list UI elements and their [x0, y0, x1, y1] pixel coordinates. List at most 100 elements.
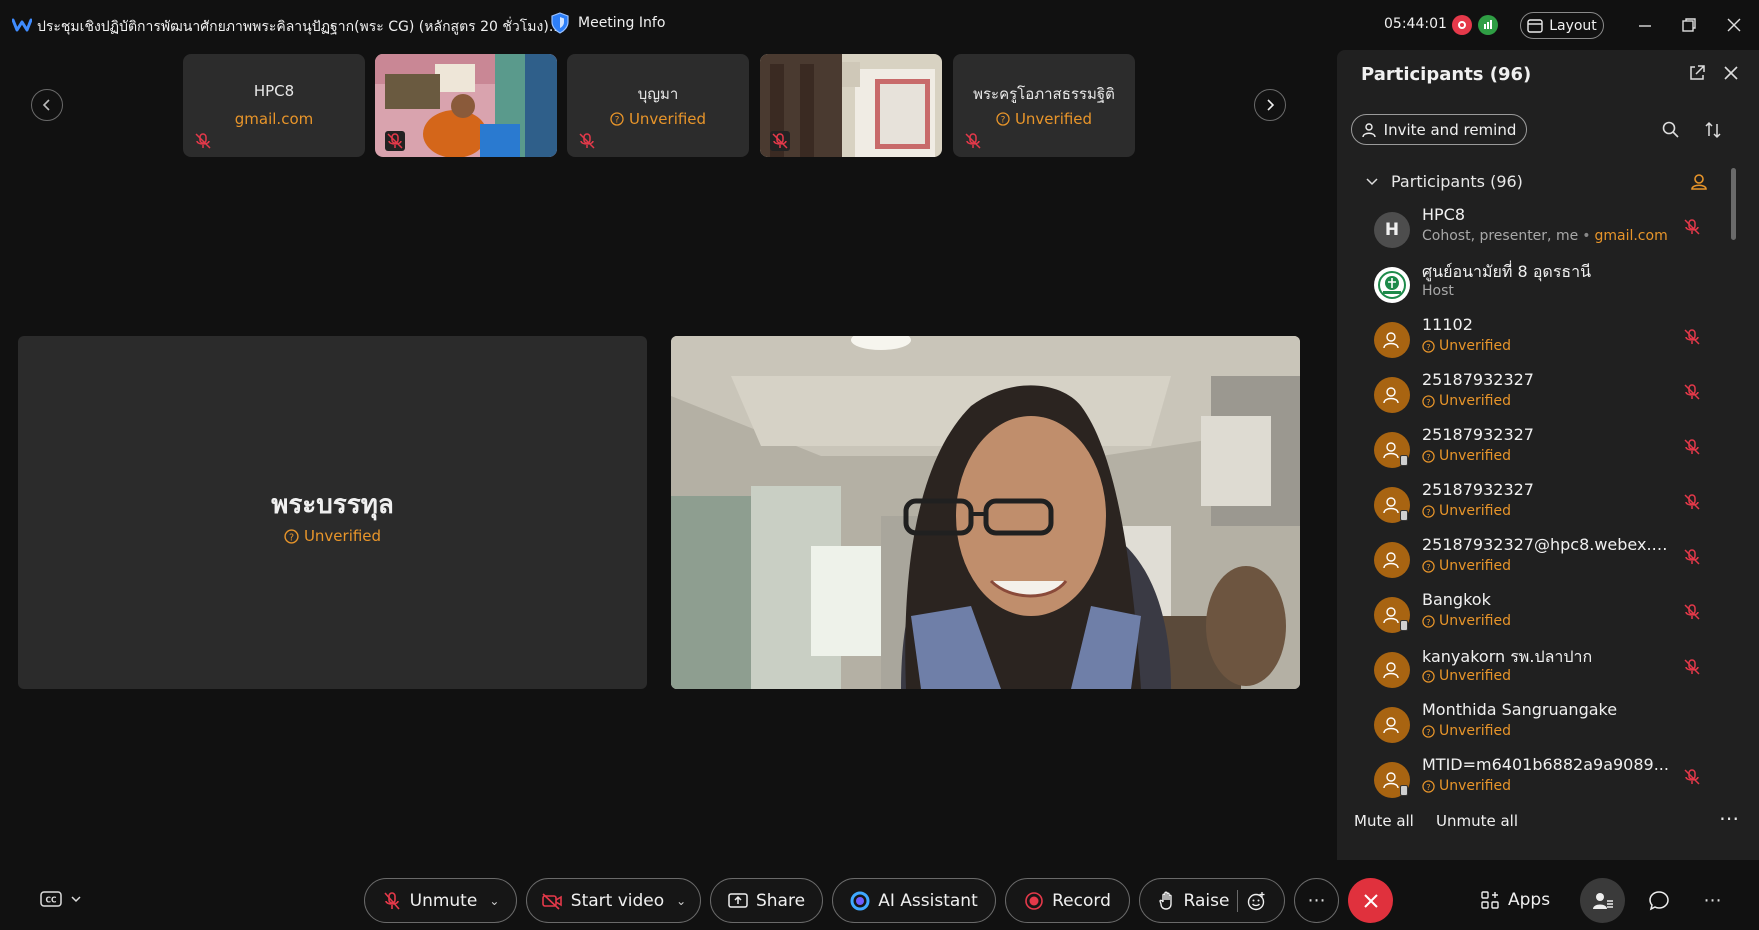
muted-mic-icon[interactable] [1682, 382, 1702, 402]
muted-mic-icon[interactable] [1682, 547, 1702, 567]
reactions-emoji-icon[interactable] [1246, 891, 1266, 911]
close-panel-icon[interactable] [1721, 63, 1741, 83]
participant-row[interactable]: 25187932327@hpc8.webex.c... ? Unverified [1337, 535, 1747, 590]
avatar: H [1374, 212, 1410, 248]
muted-mic-icon[interactable] [1682, 327, 1702, 347]
unmute-all-button[interactable]: Unmute all [1436, 812, 1518, 830]
participant-row[interactable]: MTID=m6401b6882a9a9089... ? Unverified [1337, 755, 1747, 810]
invite-and-remind-button[interactable]: Invite and remind [1351, 114, 1527, 145]
thumbnail-participant[interactable]: บุญมา ? Unverified [567, 54, 749, 157]
close-window-icon[interactable] [1725, 16, 1743, 34]
muted-mic-icon[interactable] [1682, 657, 1702, 677]
chevron-down-icon[interactable]: ⌄ [489, 894, 499, 908]
guest-person-icon [1383, 552, 1399, 569]
minimize-icon[interactable] [1636, 16, 1654, 34]
muted-mic-icon[interactable] [1682, 602, 1702, 622]
raise-label: Raise [1183, 890, 1230, 911]
participants-icon [1592, 892, 1613, 909]
svg-text:CC: CC [45, 896, 57, 905]
participant-name: MTID=m6401b6882a9a9089... [1422, 755, 1669, 774]
thumbnail-video[interactable] [760, 54, 942, 157]
muted-mic-icon [965, 133, 981, 149]
guest-person-icon [1383, 717, 1399, 734]
question-circle-icon: ? [1422, 504, 1435, 518]
apps-button[interactable]: Apps [1480, 890, 1550, 910]
participants-list: H HPC8 Cohost, presenter, me • gmail.com ศ… [1337, 200, 1747, 842]
captions-button[interactable]: CC [40, 890, 82, 908]
webex-logo-icon [12, 18, 32, 32]
sort-icon[interactable] [1703, 120, 1723, 140]
thumbnail-participant[interactable]: พระครูโอภาสธรรมฐิติ ? Unverified [953, 54, 1135, 157]
participant-row[interactable]: 11102 ? Unverified [1337, 315, 1747, 370]
pop-out-icon[interactable] [1687, 63, 1707, 83]
participant-row[interactable]: 25187932327 ? Unverified [1337, 370, 1747, 425]
participant-name: 25187932327 [1422, 425, 1534, 444]
phone-icon [1400, 785, 1408, 796]
chat-button[interactable] [1636, 878, 1681, 923]
thumbnail-email: gmail.com [234, 110, 314, 128]
more-panels-button[interactable]: ⋯ [1690, 878, 1735, 923]
guest-person-icon [1383, 387, 1399, 404]
start-video-button[interactable]: Start video ⌄ [526, 878, 701, 923]
stage-tile-participant[interactable]: พระบรรทุล ? Unverified [18, 336, 647, 689]
participants-toggle-button[interactable] [1580, 878, 1625, 923]
participants-section-label: Participants (96) [1391, 172, 1523, 191]
more-actions-button[interactable]: ⋯ [1294, 878, 1339, 923]
participants-section-toggle[interactable]: Participants (96) [1365, 172, 1523, 191]
muted-mic-icon[interactable] [1682, 217, 1702, 237]
video-feed-speaker [671, 336, 1300, 689]
question-circle-icon: ? [1422, 559, 1435, 573]
thumbnail-participant[interactable]: HPC8 gmail.com [183, 54, 365, 157]
raise-hand-button[interactable]: Raise [1139, 878, 1285, 923]
close-icon [1363, 893, 1378, 908]
leave-meeting-button[interactable] [1348, 878, 1393, 923]
strip-prev-button[interactable] [31, 89, 63, 121]
chevron-down-icon [1366, 177, 1378, 185]
raise-hand-icon [1158, 891, 1172, 910]
participant-row[interactable]: ศูนย์อนามัยที่ 8 อุดรธานี Host [1337, 260, 1747, 315]
unmute-button[interactable]: Unmute ⌄ [364, 878, 517, 923]
layout-icon [1527, 18, 1543, 33]
strip-next-button[interactable] [1254, 89, 1286, 121]
avatar [1374, 432, 1410, 468]
add-person-icon [1361, 122, 1376, 137]
share-label: Share [755, 890, 806, 911]
participant-role: Host [1422, 283, 1454, 299]
participant-row[interactable]: 25187932327 ? Unverified [1337, 480, 1747, 535]
muted-mic-icon[interactable] [1682, 767, 1702, 787]
avatar [1374, 597, 1410, 633]
meeting-info-button[interactable]: Meeting Info [550, 12, 665, 34]
search-icon[interactable] [1661, 120, 1681, 140]
muted-mic-icon [579, 133, 595, 149]
thumbnail-status: ? Unverified [953, 110, 1135, 128]
muted-mic-icon[interactable] [1682, 492, 1702, 512]
restore-icon[interactable] [1680, 16, 1698, 34]
meeting-title: ประชุมเชิงปฏิบัติการพัฒนาศักยภาพพระคิลาน… [37, 19, 563, 35]
participant-row[interactable]: 25187932327 ? Unverified [1337, 425, 1747, 480]
participant-row[interactable]: kanyakorn รพ.ปลาปาก ? Unverified [1337, 645, 1747, 700]
participant-name: 11102 [1422, 315, 1473, 334]
participant-row[interactable]: Monthida Sangruangake ? Unverified [1337, 700, 1747, 755]
ai-assistant-button[interactable]: AI Assistant [832, 878, 996, 923]
participant-status: ? Unverified [1422, 668, 1511, 684]
chevron-down-icon [71, 896, 81, 903]
question-circle-icon: ? [284, 528, 299, 544]
participants-panel: Participants (96) Invite and remind Part… [1337, 50, 1759, 860]
share-button[interactable]: Share [710, 878, 823, 923]
participant-name: Bangkok [1422, 590, 1491, 609]
participant-row[interactable]: H HPC8 Cohost, presenter, me • gmail.com [1337, 205, 1747, 260]
meeting-toolbar: CC Unmute ⌄ Start video ⌄ Share AI Assis… [0, 872, 1759, 930]
chevron-down-icon[interactable]: ⌄ [676, 894, 686, 908]
participants-scrollbar[interactable] [1731, 168, 1736, 240]
layout-button[interactable]: Layout [1520, 12, 1604, 39]
start-video-label: Start video [570, 890, 665, 911]
guest-person-icon [1383, 662, 1399, 679]
participant-row[interactable]: Bangkok ? Unverified [1337, 590, 1747, 645]
more-options-icon[interactable]: ⋯ [1719, 806, 1740, 830]
health-center-logo-icon [1378, 271, 1406, 299]
thumbnail-video[interactable] [375, 54, 557, 157]
stage-tile-video[interactable] [671, 336, 1300, 689]
record-button[interactable]: Record [1005, 878, 1130, 923]
mute-all-button[interactable]: Mute all [1354, 812, 1414, 830]
muted-mic-icon[interactable] [1682, 437, 1702, 457]
